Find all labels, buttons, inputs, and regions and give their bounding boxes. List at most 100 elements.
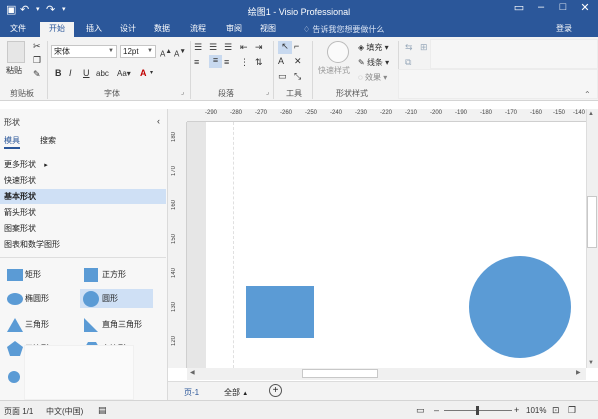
- minimize-icon[interactable]: –: [530, 1, 552, 13]
- align-middle-icon[interactable]: ☰: [209, 42, 217, 53]
- vertical-ruler[interactable]: 180 170 160 150 140 130 120: [168, 122, 187, 368]
- font-name-select[interactable]: 宋体 ▼: [51, 45, 117, 58]
- text-tool-icon[interactable]: A: [278, 56, 284, 67]
- shape-tool-icon[interactable]: ▭: [278, 71, 287, 82]
- italic-button[interactable]: I: [69, 68, 72, 79]
- copy-icon[interactable]: ❐: [33, 55, 41, 66]
- close-icon[interactable]: ✕: [574, 1, 596, 14]
- macro-record-icon[interactable]: ▤: [98, 405, 107, 416]
- page-number-status[interactable]: 页面 1/1: [4, 406, 33, 417]
- paragraph-dialog-launcher-icon[interactable]: ⌟: [266, 87, 269, 98]
- tab-data[interactable]: 数据: [148, 22, 176, 37]
- page-tab-1[interactable]: 页-1: [184, 387, 199, 398]
- master-circle[interactable]: 圆形: [80, 289, 153, 308]
- pane-tab-stencils[interactable]: 模具: [4, 135, 20, 149]
- master-ellipse[interactable]: 椭圆形: [3, 289, 79, 308]
- line-button[interactable]: ✎ 线条 ▾: [358, 57, 389, 68]
- horizontal-scrollbar[interactable]: [187, 368, 586, 380]
- collapse-ribbon-icon[interactable]: ⌃: [584, 89, 591, 100]
- ruler-tick: 150: [171, 234, 177, 245]
- collapse-pane-icon[interactable]: ‹: [157, 116, 160, 127]
- master-right-triangle[interactable]: 直角三角形: [80, 315, 156, 334]
- scroll-left-icon[interactable]: ◀: [190, 369, 195, 376]
- stencil-charts-math[interactable]: 图表和数学图形: [0, 237, 166, 252]
- stencil-pattern-shapes[interactable]: 图案形状: [0, 221, 166, 236]
- font-color-dropdown-icon[interactable]: ▾: [150, 68, 153, 79]
- text-direction-icon[interactable]: ⇅: [255, 57, 263, 68]
- master-triangle[interactable]: 三角形: [3, 315, 79, 334]
- ruler-tick: 160: [171, 200, 177, 211]
- shrink-font-icon[interactable]: A▼: [174, 46, 186, 60]
- scroll-right-icon[interactable]: ▶: [576, 369, 581, 376]
- all-pages-button[interactable]: 全部 ▲: [224, 387, 248, 398]
- grow-font-icon[interactable]: A▲: [160, 46, 172, 60]
- login-link[interactable]: 登录: [556, 23, 572, 34]
- zoom-level[interactable]: 101%: [526, 406, 546, 415]
- master-rectangle[interactable]: 矩形: [3, 265, 79, 284]
- bullets-icon[interactable]: ⋮: [240, 57, 249, 68]
- tab-review[interactable]: 审阅: [220, 22, 248, 37]
- tab-home[interactable]: 开始: [40, 22, 74, 37]
- decrease-indent-icon[interactable]: ⇤: [240, 42, 248, 53]
- connection-point-icon[interactable]: ✕: [294, 56, 302, 67]
- underline-button[interactable]: U: [83, 68, 90, 79]
- arrange-icon[interactable]: ⇆: [405, 42, 413, 53]
- canvas-circle-shape[interactable]: [468, 255, 572, 359]
- canvas-rectangle-shape[interactable]: [246, 286, 314, 338]
- more-shapes-item[interactable]: 更多形状 ▸: [0, 157, 166, 172]
- quick-styles-icon[interactable]: [327, 41, 349, 63]
- quick-styles-button[interactable]: 快速样式: [318, 65, 350, 76]
- master-square[interactable]: 正方形: [80, 265, 153, 284]
- scroll-up-icon[interactable]: ▲: [588, 111, 594, 117]
- format-painter-icon[interactable]: ✎: [33, 69, 41, 80]
- cut-icon[interactable]: ✂: [33, 41, 41, 52]
- horizontal-scroll-thumb[interactable]: [302, 369, 378, 378]
- pane-tab-search[interactable]: 搜索: [40, 135, 56, 146]
- align-bottom-icon[interactable]: ☰: [224, 42, 232, 53]
- align-center-icon[interactable]: ≡: [209, 55, 222, 68]
- align-right-icon[interactable]: ≡: [224, 57, 229, 68]
- switch-windows-icon[interactable]: ❐: [568, 405, 576, 416]
- line-tool-icon[interactable]: ⤡: [294, 71, 301, 82]
- align-left-icon[interactable]: ≡: [194, 57, 199, 68]
- tab-design[interactable]: 设计: [114, 22, 142, 37]
- align-top-icon[interactable]: ☰: [194, 42, 202, 53]
- stencil-quick-shapes[interactable]: 快速形状: [0, 173, 166, 188]
- fill-button[interactable]: ◈ 填充 ▾: [358, 42, 389, 53]
- tab-process[interactable]: 流程: [184, 22, 212, 37]
- vertical-scroll-thumb[interactable]: [587, 196, 597, 248]
- paste-button[interactable]: 粘贴: [6, 65, 22, 76]
- tab-file[interactable]: 文件: [4, 22, 32, 37]
- pointer-tool-icon[interactable]: ↖: [278, 41, 292, 54]
- stencil-basic-shapes[interactable]: 基本形状: [0, 189, 166, 204]
- ruler-tick: 130: [171, 302, 177, 313]
- language-status[interactable]: 中文(中国): [46, 406, 83, 417]
- change-case-button[interactable]: Aa▾: [117, 68, 131, 79]
- presentation-mode-icon[interactable]: ▭: [416, 405, 425, 416]
- zoom-slider-thumb[interactable]: [476, 406, 479, 415]
- fit-page-icon[interactable]: ⊡: [552, 405, 560, 416]
- horizontal-ruler[interactable]: -290 -280 -270 -260 -250 -240 -230 -220 …: [187, 109, 586, 122]
- zoom-in-icon[interactable]: +: [514, 405, 519, 415]
- tab-insert[interactable]: 插入: [80, 22, 108, 37]
- tell-me-box[interactable]: ♢ 告诉我您想要做什么: [303, 24, 384, 35]
- connector-tool-icon[interactable]: ⌐: [294, 41, 299, 52]
- ribbon-display-icon[interactable]: ▭: [508, 1, 530, 14]
- position-icon[interactable]: ⊞: [420, 42, 428, 53]
- tools-group-label: 工具: [286, 89, 302, 98]
- group-icon[interactable]: ⧉: [405, 57, 411, 68]
- strikethrough-button[interactable]: abc: [96, 68, 109, 79]
- maximize-icon[interactable]: □: [552, 1, 574, 13]
- stencil-arrow-shapes[interactable]: 箭头形状: [0, 205, 166, 220]
- font-color-button[interactable]: A: [140, 68, 147, 79]
- zoom-out-icon[interactable]: –: [434, 405, 439, 415]
- increase-indent-icon[interactable]: ⇥: [255, 42, 263, 53]
- paste-icon[interactable]: [7, 41, 25, 63]
- bold-button[interactable]: B: [55, 68, 62, 79]
- font-dialog-launcher-icon[interactable]: ⌟: [181, 87, 184, 98]
- font-size-select[interactable]: 12pt ▼: [120, 45, 156, 58]
- effects-button[interactable]: ◌ 效果 ▾: [358, 72, 387, 83]
- scroll-down-icon[interactable]: ▼: [588, 360, 594, 366]
- add-page-button[interactable]: +: [269, 384, 282, 397]
- tab-view[interactable]: 视图: [254, 22, 282, 37]
